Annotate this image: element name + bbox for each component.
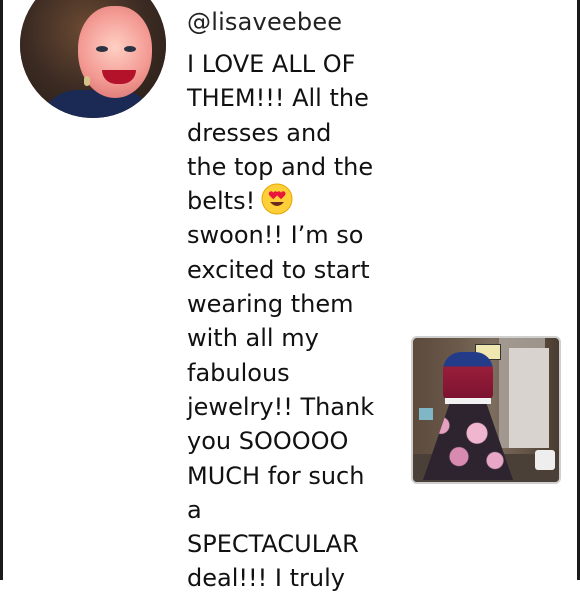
dress-photo-thumbnail[interactable] xyxy=(411,336,561,484)
profile-avatar[interactable] xyxy=(20,0,166,118)
dress-belt xyxy=(445,398,491,404)
comment-line: you SOOOOO xyxy=(187,427,349,456)
username-link[interactable]: @lisaveebee xyxy=(187,6,342,38)
photo-box xyxy=(419,408,433,420)
photo-box xyxy=(535,450,555,470)
comment-line: with all my xyxy=(187,324,319,353)
comment-line: MUCH for such xyxy=(187,461,365,490)
comment-text: I LOVE ALL OF THEM!!! All the dresses an… xyxy=(187,47,387,596)
comment-line: wearing them xyxy=(187,290,354,319)
heart-eyes-emoji-icon xyxy=(261,183,293,215)
comment-line: jewelry!! Thank xyxy=(187,392,375,421)
comment-line: deal!!! I truly xyxy=(187,564,345,593)
left-frame-edge xyxy=(0,0,3,580)
comment-line: dresses and xyxy=(187,118,332,147)
photo-doorway xyxy=(509,348,549,448)
comment-line: SPECTACULAR xyxy=(187,530,359,559)
comment-line: I LOVE ALL OF xyxy=(187,50,356,78)
avatar-eye-left xyxy=(96,46,108,52)
comment-line: fabulous xyxy=(187,358,290,387)
comment-line: belts! xyxy=(187,187,256,216)
avatar-eye-right xyxy=(124,46,136,52)
comment-line: THEM!!! All the xyxy=(187,84,369,113)
comment-line: swoon!! I’m so xyxy=(187,221,364,250)
dress-bodice xyxy=(443,352,493,400)
avatar-earring xyxy=(84,76,90,86)
comment-line: excited to start xyxy=(187,255,370,284)
comment-line: a xyxy=(187,495,202,524)
comment-line-with-emoji: belts! xyxy=(187,183,387,218)
comment-line: the top and the xyxy=(187,152,374,181)
